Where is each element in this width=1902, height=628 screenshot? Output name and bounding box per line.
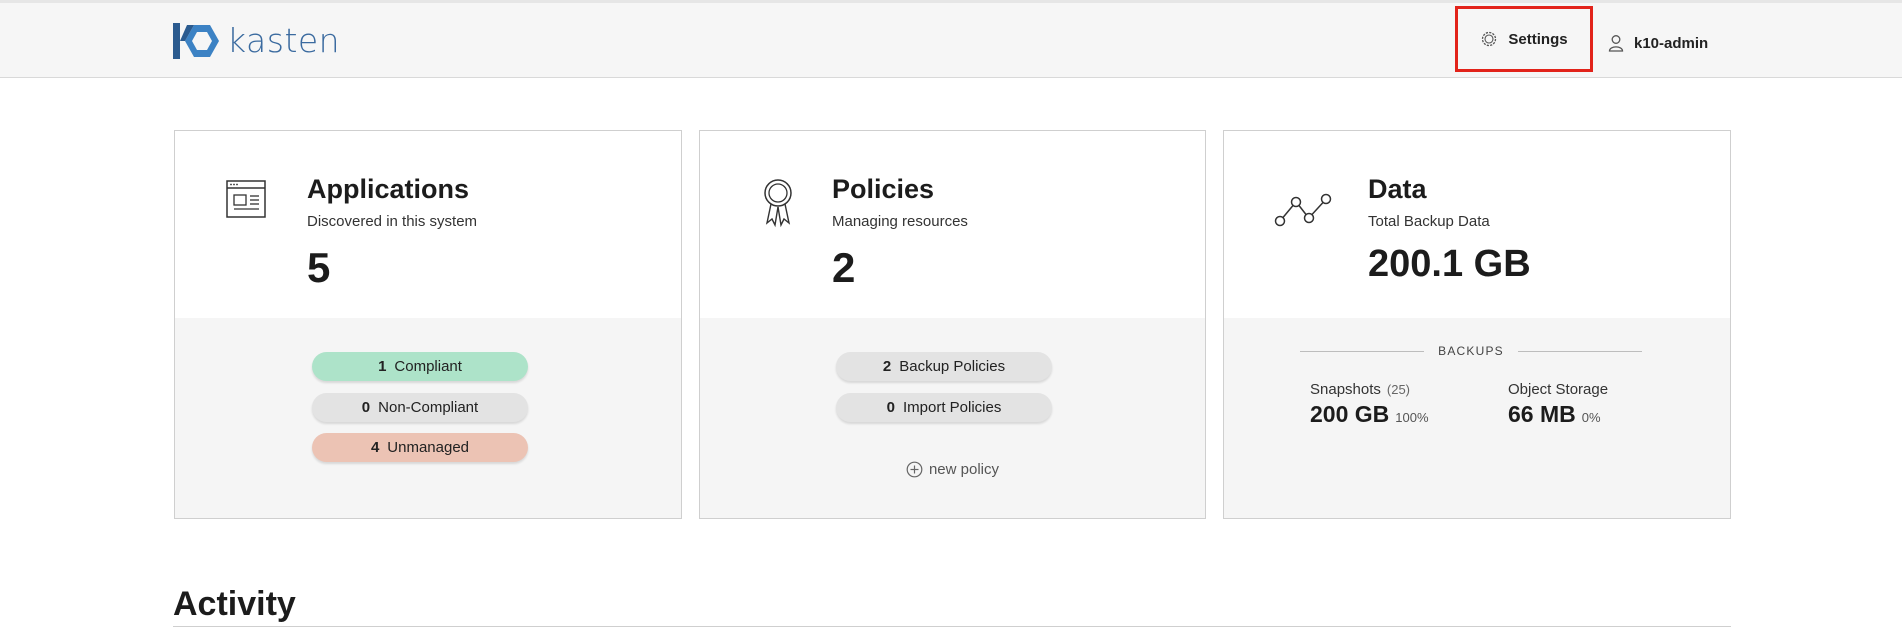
snapshots-percent: 100% [1395, 410, 1429, 425]
import-policies-count: 0 [886, 399, 895, 416]
activity-divider [173, 626, 1731, 627]
policies-card[interactable]: Policies Managing resources 2 2 Backup P… [699, 130, 1206, 519]
data-card[interactable]: Data Total Backup Data 200.1 GB BACKUPS … [1223, 130, 1731, 519]
logo-text: kasten [227, 21, 341, 60]
new-policy-link[interactable]: new policy [700, 461, 1205, 478]
applications-count: 5 [307, 244, 331, 291]
line-graph-icon [1274, 193, 1332, 227]
snapshots-label: Snapshots [1310, 381, 1381, 398]
applications-subtitle: Discovered in this system [307, 213, 478, 230]
unmanaged-label: Unmanaged [387, 439, 470, 456]
unmanaged-count: 4 [370, 439, 380, 456]
non-compliant-label: Non-Compliant [378, 399, 479, 416]
settings-label: Settings [1508, 30, 1568, 48]
import-policies-pill[interactable]: 0 Import Policies [836, 393, 1052, 422]
unmanaged-pill[interactable]: 4 Unmanaged [312, 433, 528, 462]
user-label: k10-admin [1634, 34, 1709, 52]
compliant-label: Compliant [394, 358, 462, 375]
backup-policies-pill[interactable]: 2 Backup Policies [836, 352, 1052, 381]
non-compliant-count: 0 [361, 399, 371, 416]
gear-icon [1482, 31, 1497, 47]
policies-card-header: Policies Managing resources 2 [700, 131, 1205, 318]
policies-subtitle: Managing resources [832, 213, 968, 230]
object-storage-percent: 0% [1581, 410, 1601, 425]
object-storage-value: 66 MB [1508, 401, 1576, 427]
top-bar: kasten Settings k10-admin [0, 0, 1902, 78]
data-subtitle: Total Backup Data [1368, 213, 1490, 230]
compliant-pill[interactable]: 1 Compliant [312, 352, 528, 381]
applications-card-header: Applications Discovered in this system 5 [175, 131, 681, 318]
backups-label: BACKUPS [1438, 344, 1504, 358]
data-card-header: Data Total Backup Data 200.1 GB [1224, 131, 1730, 318]
user-menu-button[interactable]: k10-admin [1608, 23, 1708, 63]
divider [1300, 350, 1425, 352]
backups-section-label: BACKUPS [1300, 344, 1643, 358]
snapshots-stat: Snapshots (25) 200 GB 100% [1310, 381, 1429, 428]
new-policy-label: new policy [928, 461, 1000, 478]
divider [1517, 350, 1643, 352]
data-title: Data [1368, 174, 1427, 204]
total-backup-data: 200.1 GB [1368, 243, 1531, 285]
object-storage-stat: Object Storage 66 MB 0% [1508, 381, 1608, 428]
compliant-count: 1 [378, 358, 387, 375]
settings-button[interactable]: Settings [1455, 6, 1593, 72]
non-compliant-pill[interactable]: 0 Non-Compliant [312, 393, 528, 422]
user-icon [1608, 35, 1624, 52]
applications-card[interactable]: Applications Discovered in this system 5… [174, 130, 682, 519]
snapshots-count: (25) [1386, 382, 1411, 397]
backup-policies-label: Backup Policies [899, 358, 1006, 375]
kasten-logo-icon [173, 22, 219, 59]
object-storage-label: Object Storage [1508, 381, 1609, 398]
plus-circle-icon [906, 461, 923, 478]
policies-title: Policies [832, 174, 935, 204]
award-ribbon-icon [764, 179, 792, 228]
applications-title: Applications [307, 174, 470, 204]
snapshots-value: 200 GB [1310, 401, 1390, 427]
import-policies-label: Import Policies [902, 399, 1002, 416]
policies-count: 2 [832, 244, 856, 291]
activity-heading: Activity [173, 585, 296, 623]
kasten-logo[interactable]: kasten [173, 21, 340, 60]
backup-policies-count: 2 [882, 358, 892, 375]
application-window-icon [226, 180, 266, 218]
